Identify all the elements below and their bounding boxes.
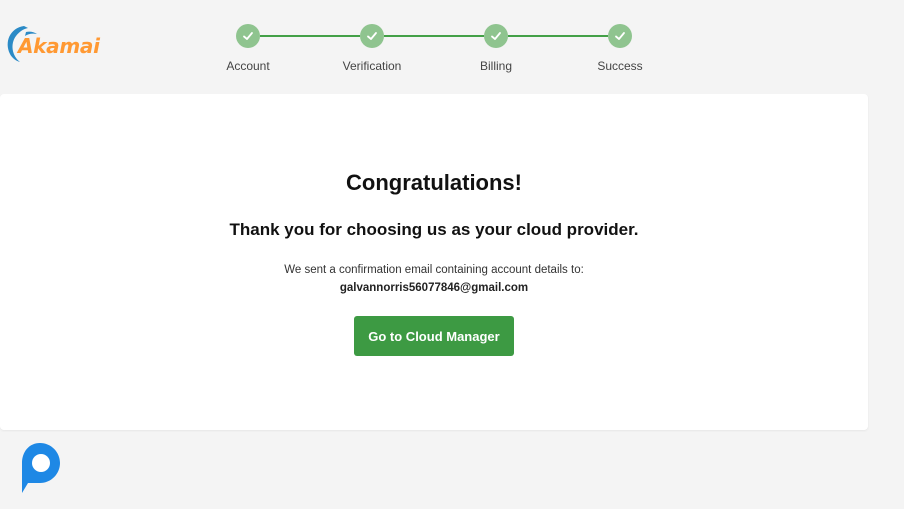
step-label-billing: Billing (479, 59, 512, 73)
progress-stepper: Account Verification Billing Success (0, 0, 904, 90)
step-connector (260, 35, 360, 37)
confirmation-email: galvannorris56077846@gmail.com (339, 282, 529, 294)
step-connector (508, 35, 608, 37)
chat-widget[interactable] (18, 441, 62, 495)
chat-bubble-icon (22, 443, 60, 493)
step-account-indicator (236, 24, 260, 48)
check-icon (367, 32, 377, 40)
check-icon (491, 32, 501, 40)
go-to-cloud-manager-button[interactable]: Go to Cloud Manager (354, 316, 514, 356)
page: Akamai Account Verification Billing Succ… (0, 0, 904, 509)
step-label-success: Success (597, 59, 643, 73)
success-card: Congratulations! Thank you for choosing … (0, 94, 868, 430)
check-icon (243, 32, 253, 40)
step-label-account: Account (226, 59, 270, 73)
check-icon (615, 32, 625, 40)
thank-you-message: Thank you for choosing us as your cloud … (229, 220, 639, 239)
page-title: Congratulations! (346, 170, 522, 195)
step-label-verification: Verification (342, 59, 402, 73)
step-connector (384, 35, 484, 37)
step-success-indicator (608, 24, 632, 48)
confirmation-note: We sent a confirmation email containing … (284, 264, 584, 276)
step-verification-indicator (360, 24, 384, 48)
step-billing-indicator (484, 24, 508, 48)
